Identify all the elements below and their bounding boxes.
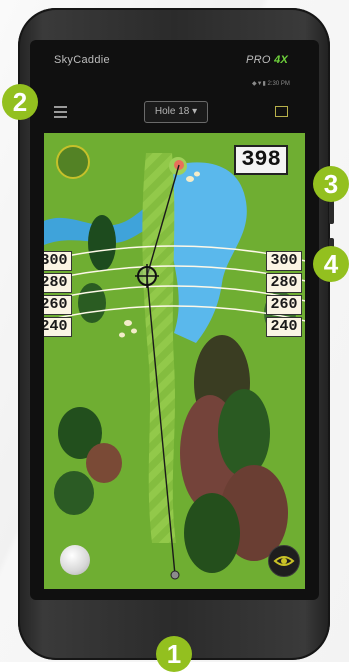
view-toggle-button[interactable] xyxy=(268,545,300,577)
eye-icon xyxy=(273,556,295,566)
callout-badge-2: 2 xyxy=(2,84,38,120)
player-position-marker xyxy=(170,570,180,580)
hamburger-menu-icon[interactable] xyxy=(54,106,67,121)
hole-select-label: Hole 18 xyxy=(154,106,190,117)
model-logo: PRO 4X xyxy=(246,54,288,66)
brand-logo: SkyCaddie xyxy=(54,54,110,66)
arc-label-240-right: 240 xyxy=(266,317,302,337)
arc-label-280-left: 280 xyxy=(44,273,72,293)
callout-badge-4: 4 xyxy=(313,246,349,282)
model-name: PRO xyxy=(246,54,271,66)
arc-label-260-left: 260 xyxy=(44,295,72,315)
scorecard-edit-icon[interactable] xyxy=(275,106,288,117)
golf-ball-icon[interactable] xyxy=(60,545,90,575)
arc-label-240-left: 240 xyxy=(44,317,72,337)
hole-select-dropdown[interactable]: Hole 18 ▾ xyxy=(144,101,208,123)
arc-label-260-right: 260 xyxy=(266,295,302,315)
arc-labels-right: 300 280 260 240 xyxy=(266,251,302,339)
arc-label-300-right: 300 xyxy=(266,251,302,271)
status-bar: ◆▼▮ 2:30 PM xyxy=(252,81,290,87)
distance-to-green: 398 xyxy=(234,145,288,175)
arc-labels-left: 300 280 260 240 xyxy=(44,251,72,339)
chevron-down-icon: ▾ xyxy=(189,106,198,117)
callout-badge-1: 1 xyxy=(156,636,192,672)
arc-label-300-left: 300 xyxy=(44,251,72,271)
hole-map[interactable]: 398 300 280 260 240 300 280 260 240 xyxy=(44,133,305,589)
callout-badge-3: 3 xyxy=(313,166,349,202)
arc-label-280-right: 280 xyxy=(266,273,302,293)
model-suffix: 4X xyxy=(274,54,289,66)
hole-map-graphic xyxy=(44,133,305,589)
target-mode-icon[interactable] xyxy=(56,145,90,179)
top-toolbar: Hole 18 ▾ xyxy=(42,92,307,130)
